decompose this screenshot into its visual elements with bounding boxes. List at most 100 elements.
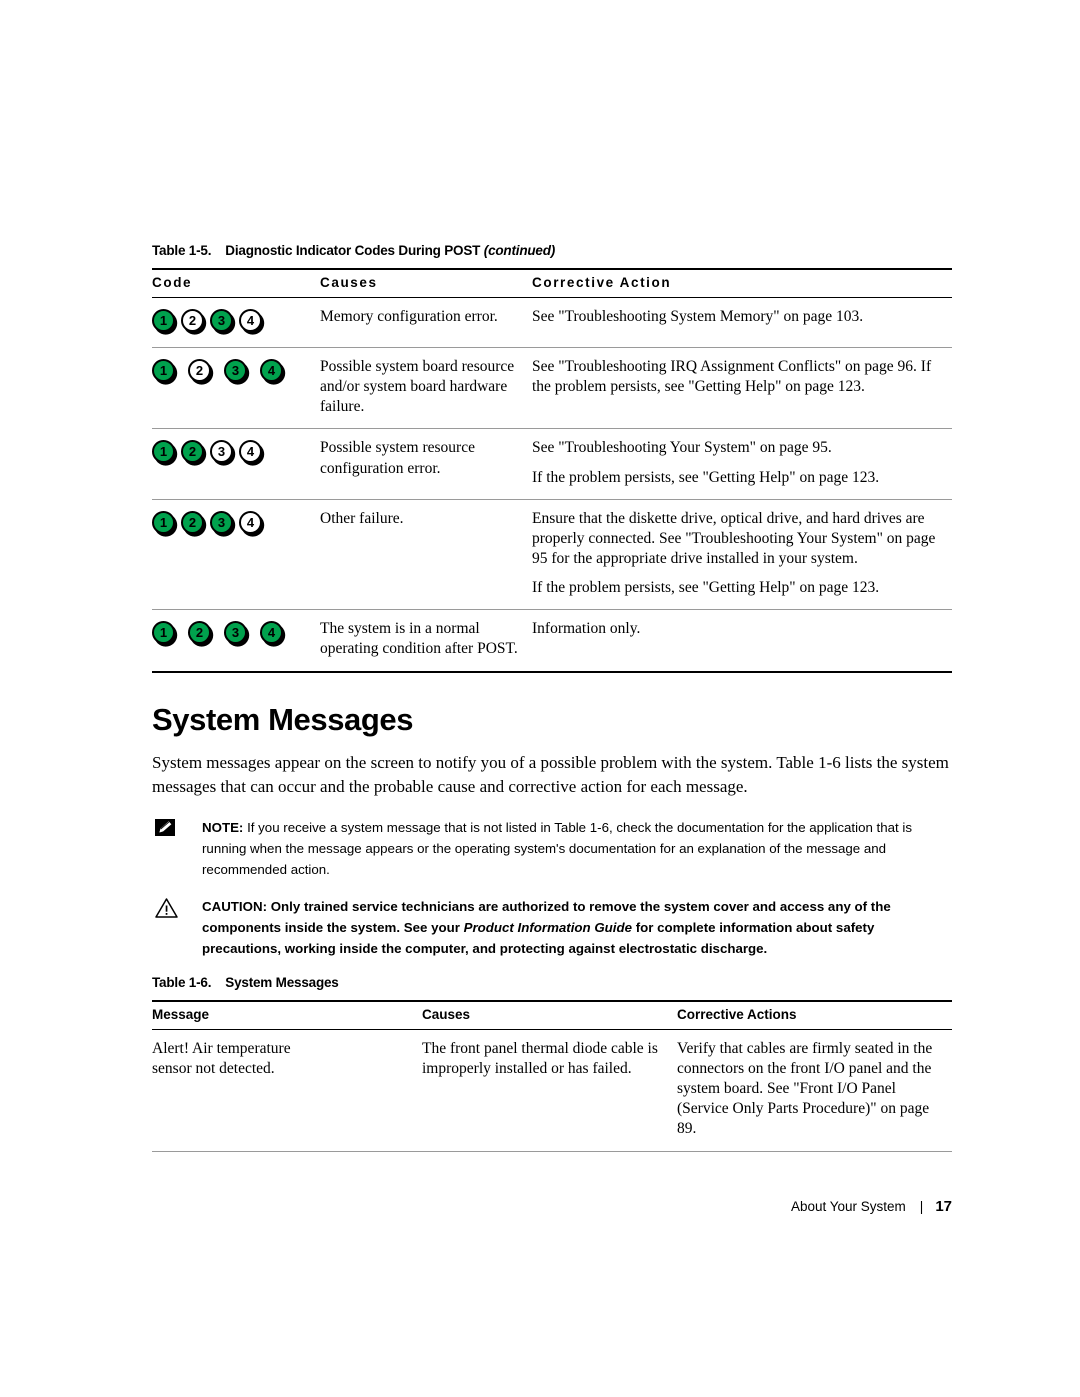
diagnostic-indicator-group: 1234 xyxy=(152,509,306,538)
corrective-action-paragraph: Ensure that the diskette drive, optical … xyxy=(532,509,936,567)
note-text: If you receive a system message that is … xyxy=(202,819,913,877)
document-page: Table 1-5. Diagnostic Indicator Codes Dur… xyxy=(0,0,1080,1397)
indicator-lamp-2-on: 2 xyxy=(188,621,215,648)
table-1-6-caption: Table 1-6. System Messages xyxy=(152,975,952,990)
cause-cell: Possible system resource configuration e… xyxy=(320,428,532,500)
corrective-action-cell: Information only. xyxy=(532,609,952,673)
footer-separator: | xyxy=(919,1199,924,1214)
section-intro-paragraph: System messages appear on the screen to … xyxy=(152,752,949,796)
indicator-lamp-1-on: 1 xyxy=(152,621,179,648)
corrective-action-paragraph: If the problem persists, see "Getting He… xyxy=(532,468,880,486)
indicator-lamp-1-on: 1 xyxy=(152,359,179,386)
diagnostic-code-cell: 1234 xyxy=(152,347,320,430)
footer-section-name: About Your System xyxy=(790,1199,906,1214)
caution-label: CAUTION: xyxy=(202,898,267,914)
cause-cell: The system is in a normal operating cond… xyxy=(320,609,532,673)
table-row: 1 2 3 4 Memory configuration error. See "Trou… xyxy=(152,297,952,348)
indicator-lamp-1-on: 1 xyxy=(152,440,179,467)
diagnostic-code-cell: 1234 xyxy=(152,499,320,611)
table-1-5-caption-title: Diagnostic Indicator Codes During POST xyxy=(225,243,481,258)
column-header-corrective-action: Corrective Action xyxy=(532,268,952,298)
caution-admonition: CAUTION: Only trained service technician… xyxy=(152,896,952,959)
indicator-lamp-label: 4 xyxy=(239,309,262,332)
diagnostic-code-cell: 1234 xyxy=(152,297,320,348)
indicator-lamp-label: 3 xyxy=(210,440,233,464)
table-1-5: Code Causes Corrective Action 1 2 3 4 Memory… xyxy=(152,268,952,673)
indicator-lamp-label: 1 xyxy=(152,359,175,382)
indicator-lamp-2-on: 2 xyxy=(181,440,208,467)
note-label: NOTE: xyxy=(202,819,244,835)
caution-guide-title: Product Information Guide xyxy=(463,919,633,935)
indicator-lamp-label: 4 xyxy=(239,440,262,464)
note-pencil-icon xyxy=(154,818,182,842)
corrective-action-paragraph: If the problem persists, see "Getting He… xyxy=(532,579,880,597)
indicator-lamp-label: 1 xyxy=(152,621,175,645)
indicator-lamp-3-on: 3 xyxy=(210,309,237,336)
table-1-5-caption: Table 1-5. Diagnostic Indicator Codes Dur… xyxy=(152,243,952,258)
indicator-lamp-label: 3 xyxy=(224,359,247,382)
page-footer: About Your System | 17 xyxy=(152,1198,952,1215)
indicator-lamp-4-off: 4 xyxy=(239,309,266,336)
indicator-lamp-label: 4 xyxy=(260,359,283,382)
column-header-corrective-actions: Corrective Actions xyxy=(677,999,952,1030)
indicator-lamp-label: 1 xyxy=(152,440,175,464)
page-title: System Messages xyxy=(152,701,414,737)
corrective-action-paragraph: See "Troubleshooting IRQ Assignment Conf… xyxy=(532,358,932,396)
diagnostic-indicator-group: 1234 xyxy=(152,619,306,648)
indicator-lamp-2-off: 2 xyxy=(188,359,215,386)
column-header-causes: Causes xyxy=(422,999,677,1030)
table-1-6-header-row: Message Causes Corrective Actions xyxy=(152,999,952,1030)
indicator-lamp-2-on: 2 xyxy=(181,510,208,538)
system-message-cell: Alert! Air temperature sensor not detect… xyxy=(152,1029,422,1152)
table-row: Alert! Air temperature sensor not detect… xyxy=(152,1029,952,1152)
cause-cell: Memory configuration error. xyxy=(320,297,532,348)
indicator-lamp-label: 2 xyxy=(181,309,204,332)
table-1-6-caption-title: System Messages xyxy=(225,974,339,990)
indicator-lamp-3-on: 3 xyxy=(224,621,251,648)
indicator-lamp-4-off: 4 xyxy=(239,510,266,538)
diagnostic-indicator-group: 1234 xyxy=(152,438,306,467)
indicator-lamp-1-on: 1 xyxy=(152,309,179,336)
page-content: Table 1-5. Diagnostic Indicator Codes Dur… xyxy=(152,243,952,1152)
indicator-lamp-3-on: 3 xyxy=(224,359,251,386)
indicator-lamp-label: 1 xyxy=(152,309,175,332)
indicator-lamp-label: 3 xyxy=(210,510,233,534)
corrective-action-cell: See "Troubleshooting IRQ Assignment Conf… xyxy=(532,347,952,430)
diagnostic-code-cell: 1234 xyxy=(152,428,320,500)
indicator-lamp-label: 2 xyxy=(188,359,211,382)
table-1-6-body: Alert! Air temperature sensor not detect… xyxy=(152,1029,952,1152)
indicator-lamp-1-on: 1 xyxy=(152,510,179,538)
column-header-code: Code xyxy=(152,268,320,298)
table-row: 1 2 3 4 Possible system board resource and/o… xyxy=(152,347,952,430)
corrective-action-paragraph: See "Troubleshooting Your System" on pag… xyxy=(532,439,832,457)
cause-cell: The front panel thermal diode cable is i… xyxy=(422,1029,677,1152)
indicator-lamp-4-off: 4 xyxy=(239,440,266,467)
footer-page-number: 17 xyxy=(935,1198,952,1215)
table-1-5-header-row: Code Causes Corrective Action xyxy=(152,268,952,298)
cause-cell: Other failure. xyxy=(320,499,532,611)
indicator-lamp-label: 3 xyxy=(224,621,247,645)
table-row: 1 2 3 4 Possible system resource configurati… xyxy=(152,428,952,500)
table-row: 1 2 3 4 Other failure. Ensure that the disket… xyxy=(152,499,952,611)
column-header-causes: Causes xyxy=(320,268,532,298)
diagnostic-indicator-group: 1234 xyxy=(152,307,306,336)
table-1-5-body: 1 2 3 4 Memory configuration error. See "Trou… xyxy=(152,297,952,673)
corrective-action-cell: See "Troubleshooting Your System" on pag… xyxy=(532,428,952,500)
indicator-lamp-label: 2 xyxy=(188,621,211,645)
corrective-action-cell: See "Troubleshooting System Memory" on p… xyxy=(532,297,952,348)
corrective-action-paragraph: See "Troubleshooting System Memory" on p… xyxy=(532,308,864,325)
corrective-action-cell: Ensure that the diskette drive, optical … xyxy=(532,499,952,611)
indicator-lamp-3-on: 3 xyxy=(210,510,237,538)
table-row: 1 2 3 4 The system is in a normal operating … xyxy=(152,609,952,673)
table-1-5-caption-continued: (continued) xyxy=(483,243,556,258)
diagnostic-indicator-group: 1234 xyxy=(152,357,306,386)
table-1-6: Message Causes Corrective Actions Alert!… xyxy=(152,999,952,1152)
corrective-action-cell: Verify that cables are firmly seated in … xyxy=(677,1029,952,1152)
warning-triangle-icon xyxy=(154,897,182,921)
indicator-lamp-label: 2 xyxy=(181,510,204,534)
diagnostic-code-cell: 1234 xyxy=(152,609,320,673)
indicator-lamp-3-off: 3 xyxy=(210,440,237,467)
table-1-6-caption-number: Table 1-6. xyxy=(152,974,212,990)
indicator-lamp-label: 4 xyxy=(260,621,283,645)
indicator-lamp-label: 3 xyxy=(210,309,233,332)
